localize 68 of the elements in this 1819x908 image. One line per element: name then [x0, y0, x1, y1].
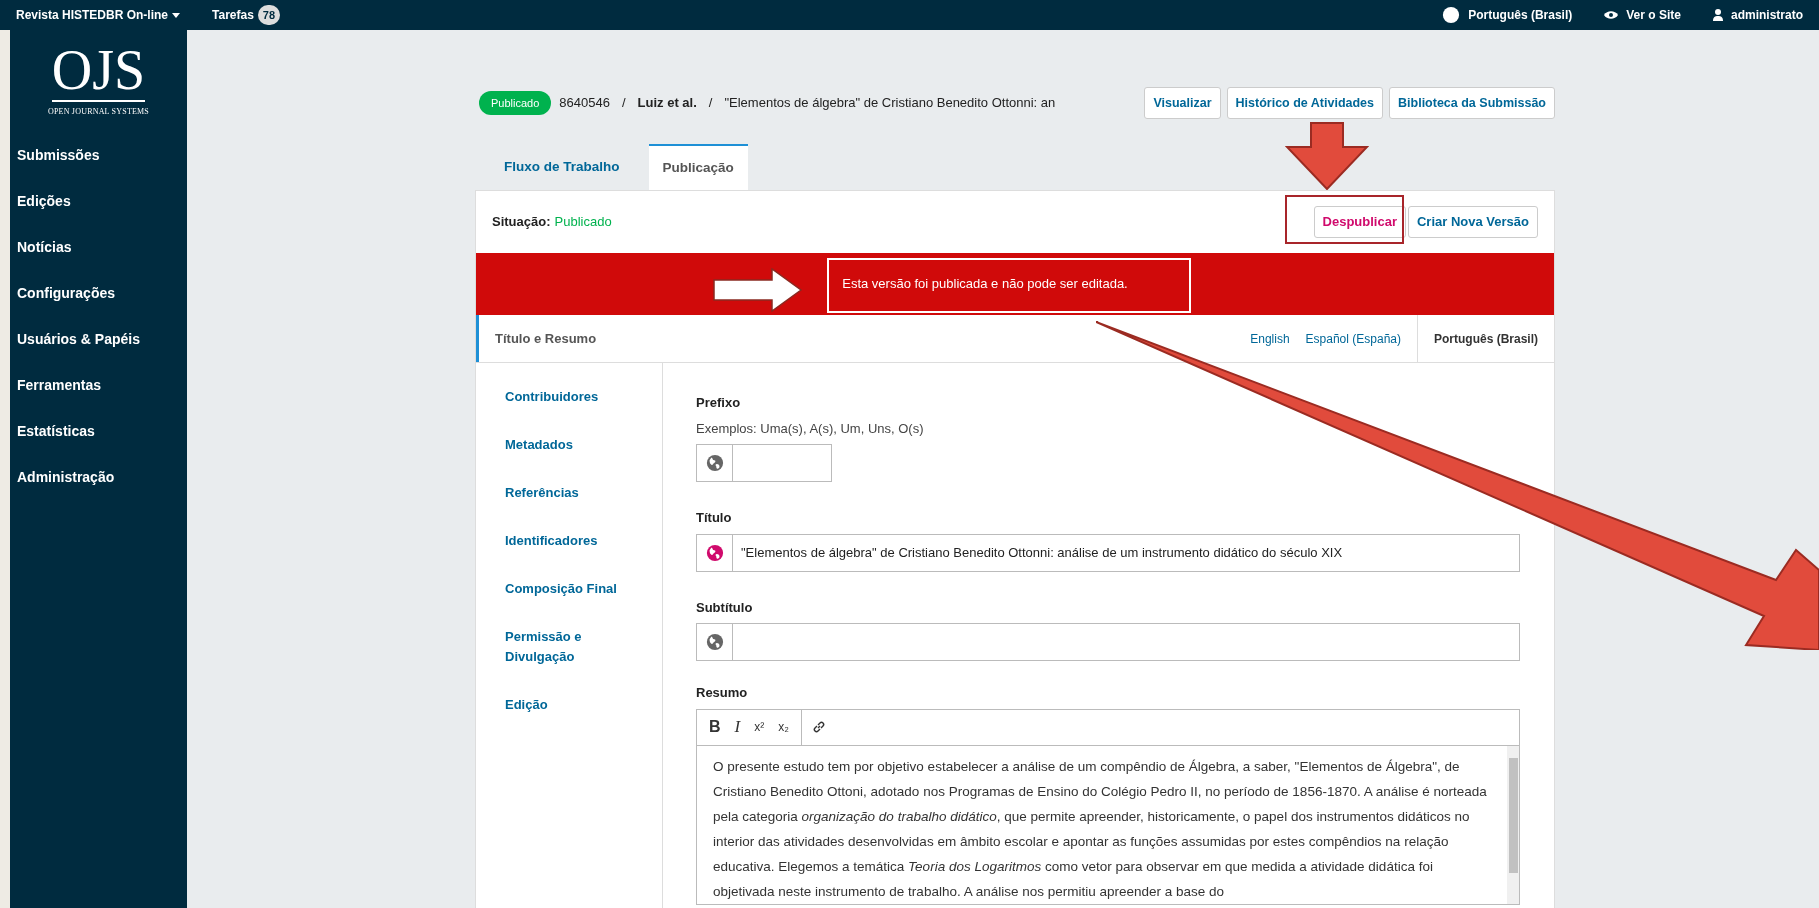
tasks-count: 78 — [257, 5, 281, 25]
caret-icon — [172, 12, 181, 18]
rich-text-editor[interactable] — [696, 708, 1520, 905]
format-button[interactable]: x² — [754, 718, 765, 736]
authors: Luiz et al. — [637, 94, 697, 113]
sidebar-item[interactable]: Usuários & Papéis — [10, 316, 187, 362]
submission-title: "Elementos de álgebra" de Cristiano Benedito Ottonni: an — [724, 94, 1056, 113]
logo-letters: OJS — [51, 40, 146, 102]
format-button[interactable]: B — [709, 715, 721, 739]
nav-item[interactable]: Título e Resumo — [476, 315, 726, 362]
sidebar-item[interactable]: Configurações — [10, 270, 187, 316]
user-icon — [1713, 9, 1723, 21]
tasks-link[interactable]: Tarefas 78 — [212, 5, 281, 25]
field-label: Resumo — [696, 684, 749, 702]
sidebar-item[interactable]: Ferramentas — [10, 362, 187, 408]
locale-tab[interactable]: Português (Brasil) — [1417, 314, 1554, 363]
text-input[interactable] — [733, 444, 832, 482]
globe-icon — [705, 454, 724, 472]
field-label: Subtítulo — [696, 598, 754, 617]
abstract-text: O presente estudo tem por objetivo estabelecer a análise de um compêndio de Álgebra, a saber, "Elementos de Álgebra", de Cristiano Benedito Ottoni, adotado nos Programas de Ensino do Colégio Pedro II, no período de 1856-1870. A análise é norteada pela categoria organização do trabalho didático, que permite apreender, historicamente, o papel dos instrumentos didáticos no interior das atividades desenvolvidas em âmbito escolar e apontar as funções assumidas por estes compêndios na relação educativa. Elegemos a temática Teoria dos Logaritmos como vetor para observar em que medida a atividade didática foi objetivada neste instrumento de trabalho. A análise nos permitiu apreender a base do — [712, 757, 1488, 901]
nav-item[interactable]: Identificadores — [476, 517, 646, 565]
nav-item[interactable]: Composição Final — [476, 565, 646, 613]
locale-tab[interactable]: English — [1242, 329, 1298, 348]
locale-tab[interactable]: Español (España) — [1297, 329, 1409, 348]
header-button[interactable]: Histórico de Atividades — [1226, 87, 1384, 119]
nav-item[interactable]: Metadados — [476, 421, 646, 469]
globe-icon — [705, 633, 724, 651]
locale-button[interactable] — [696, 623, 733, 661]
nav-item[interactable]: Referências — [476, 469, 646, 517]
status-label: Situação: — [492, 213, 551, 232]
status-badge: Publicado — [479, 90, 552, 116]
action-button[interactable]: Criar Nova Versão — [1408, 206, 1538, 238]
separator: / — [621, 94, 626, 113]
nav-item[interactable]: Edição — [476, 681, 646, 729]
tab[interactable]: Fluxo de Trabalho — [475, 144, 649, 190]
header-button[interactable]: Biblioteca da Submissão — [1389, 87, 1555, 119]
top-bar-link[interactable]: Ver o Site — [1604, 6, 1681, 24]
text-input[interactable]: "Elementos de álgebra" de Cristiano Benedito Ottonni: análise de um instrumento didático do século XIX — [733, 533, 1520, 572]
field-description: Exemplos: Uma(s), A(s), Um, Uns, O(s) — [696, 419, 925, 438]
sidebar-item[interactable]: Edições — [10, 178, 187, 224]
tab[interactable]: Publicação — [648, 144, 748, 190]
locale-button[interactable] — [696, 444, 733, 482]
alert-text: Esta versão foi publicada e não pode ser editada. — [842, 275, 1128, 294]
top-bar-link[interactable]: administrato — [1713, 6, 1803, 24]
sidebar-item[interactable]: Estatísticas — [10, 408, 187, 454]
link-icon[interactable] — [811, 720, 826, 734]
journal-menu[interactable]: Revista HISTEDBR On-line — [16, 6, 181, 24]
sidebar-item[interactable]: Administração — [10, 454, 187, 500]
header-button[interactable]: Visualizar — [1144, 87, 1221, 119]
format-button[interactable]: I — [734, 714, 741, 740]
logo-subtitle: OPEN JOURNAL SYSTEMS — [47, 106, 150, 118]
text-input[interactable] — [733, 623, 1520, 661]
nav-item[interactable]: Permissão e Divulgação — [476, 613, 646, 681]
nav-item[interactable]: Contribuidores — [476, 373, 646, 421]
sidebar-item[interactable]: Notícias — [10, 224, 187, 270]
status-value: Publicado — [554, 213, 612, 232]
sidebar-item[interactable]: Submissões — [10, 132, 187, 178]
locale-button[interactable] — [696, 533, 733, 572]
globe-icon — [1442, 6, 1461, 24]
field-label: Título — [696, 509, 733, 527]
globe-icon — [705, 543, 724, 562]
format-button[interactable]: x₂ — [778, 718, 789, 736]
separator: / — [708, 94, 713, 113]
submission-id: 8640546 — [559, 94, 610, 113]
eye-icon — [1604, 10, 1619, 20]
action-button[interactable]: Despublicar — [1313, 206, 1406, 238]
top-bar-link[interactable]: Português (Brasil) — [1442, 6, 1573, 24]
field-label: Prefixo — [696, 394, 742, 412]
